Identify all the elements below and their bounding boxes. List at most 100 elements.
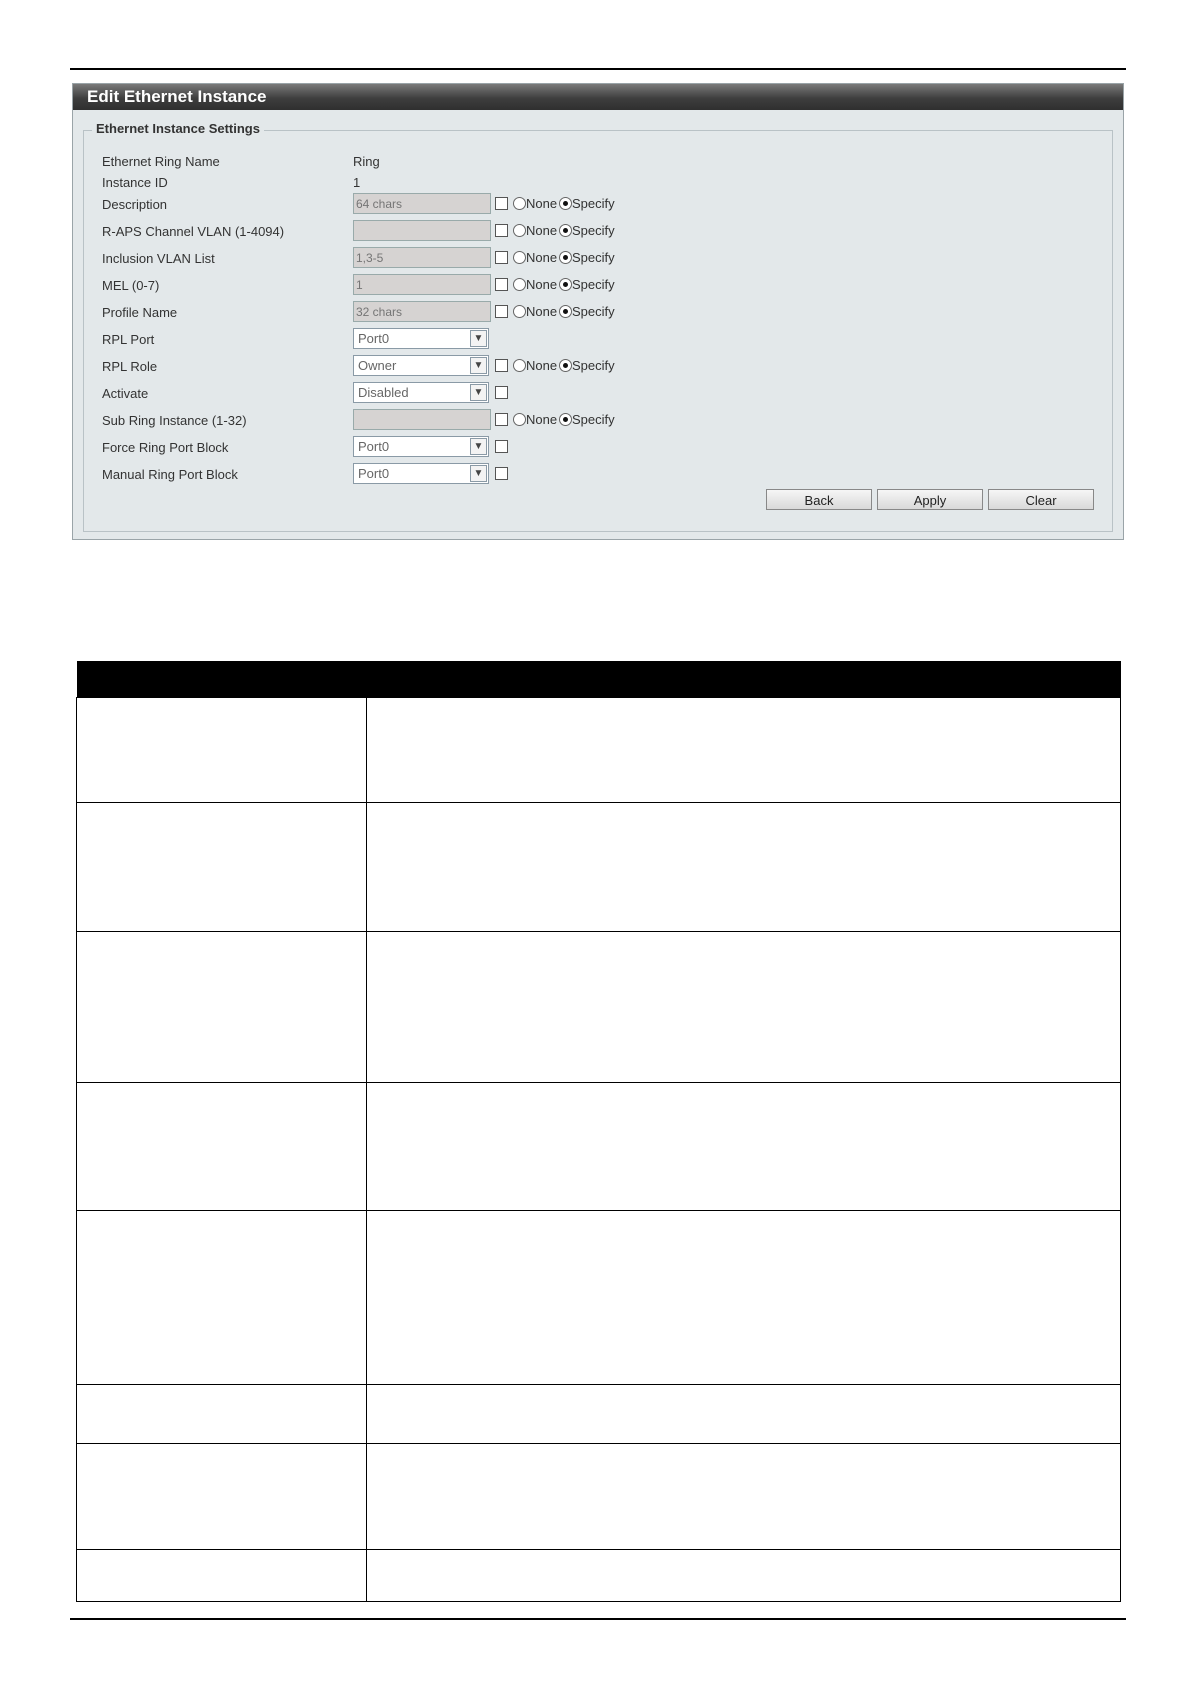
table-cell — [76, 931, 367, 1083]
table-cell — [366, 697, 1121, 803]
inclusion-vlan-none-radio[interactable] — [513, 251, 526, 264]
mel-row: MEL (0-7) None Specify — [84, 274, 1112, 298]
description-none-radio[interactable] — [513, 197, 526, 210]
profile-name-row: Profile Name None Specify — [84, 301, 1112, 325]
rpl-role-selected: Owner — [358, 358, 397, 373]
description-label: Description — [102, 197, 168, 212]
manual-block-selected: Port0 — [358, 466, 390, 481]
ethernet-instance-settings-fieldset: Ethernet Instance Settings Ethernet Ring… — [83, 121, 1113, 532]
specify-label: Specify — [572, 250, 615, 265]
table-cell — [76, 1443, 367, 1550]
activate-checkbox[interactable] — [495, 386, 508, 399]
profile-name-none-radio[interactable] — [513, 305, 526, 318]
activate-select[interactable]: Disabled ▼ — [353, 382, 489, 403]
table-header — [76, 661, 1121, 698]
raps-vlan-input[interactable] — [353, 220, 491, 241]
table-row — [76, 1210, 1121, 1385]
table-cell — [366, 931, 1121, 1083]
table-cell — [366, 1210, 1121, 1385]
specify-label: Specify — [572, 304, 615, 319]
description-checkbox[interactable] — [495, 197, 508, 210]
specify-label: Specify — [572, 277, 615, 292]
sub-ring-row: Sub Ring Instance (1-32) None Specify — [84, 409, 1112, 433]
inclusion-vlan-checkbox[interactable] — [495, 251, 508, 264]
rpl-role-specify-radio[interactable] — [559, 359, 572, 372]
table-header-cell — [366, 661, 1121, 698]
force-block-label: Force Ring Port Block — [102, 440, 229, 455]
rpl-role-none-radio[interactable] — [513, 359, 526, 372]
table-row — [76, 1443, 1121, 1550]
sub-ring-checkbox[interactable] — [495, 413, 508, 426]
ring-name-value: Ring — [353, 154, 380, 169]
sub-ring-specify-radio[interactable] — [559, 413, 572, 426]
specify-label: Specify — [572, 223, 615, 238]
sub-ring-none-radio[interactable] — [513, 413, 526, 426]
manual-block-select[interactable]: Port0 ▼ — [353, 463, 489, 484]
description-specify-radio[interactable] — [559, 197, 572, 210]
clear-button[interactable]: Clear — [988, 489, 1094, 510]
instance-id-value: 1 — [353, 175, 361, 190]
none-label: None — [526, 304, 558, 319]
table-cell — [76, 1210, 367, 1385]
none-label: None — [526, 412, 558, 427]
rpl-role-row: RPL Role Owner ▼ None Specify — [84, 355, 1112, 379]
table-row — [76, 802, 1121, 932]
table-row — [76, 1384, 1121, 1444]
force-block-row: Force Ring Port Block Port0 ▼ — [84, 436, 1112, 460]
chevron-down-icon[interactable]: ▼ — [470, 330, 487, 347]
mel-checkbox[interactable] — [495, 278, 508, 291]
activate-selected: Disabled — [358, 385, 409, 400]
back-button[interactable]: Back — [766, 489, 872, 510]
table-cell — [366, 1082, 1121, 1211]
specify-label: Specify — [572, 358, 615, 373]
inclusion-vlan-input[interactable] — [353, 247, 491, 268]
none-label: None — [526, 196, 558, 211]
rpl-role-select[interactable]: Owner ▼ — [353, 355, 489, 376]
none-label: None — [526, 277, 558, 292]
table-cell — [76, 1384, 367, 1444]
manual-block-checkbox[interactable] — [495, 467, 508, 480]
raps-vlan-checkbox[interactable] — [495, 224, 508, 237]
description-input[interactable] — [353, 193, 491, 214]
force-block-select[interactable]: Port0 ▼ — [353, 436, 489, 457]
apply-button[interactable]: Apply — [877, 489, 983, 510]
raps-vlan-row: R-APS Channel VLAN (1-4094) None Specify — [84, 220, 1112, 244]
specify-label: Specify — [572, 412, 615, 427]
none-label: None — [526, 250, 558, 265]
table-cell — [76, 697, 367, 803]
raps-vlan-none-radio[interactable] — [513, 224, 526, 237]
mel-input[interactable] — [353, 274, 491, 295]
manual-block-row: Manual Ring Port Block Port0 ▼ — [84, 463, 1112, 487]
mel-none-radio[interactable] — [513, 278, 526, 291]
rpl-port-label: RPL Port — [102, 332, 155, 347]
chevron-down-icon[interactable]: ▼ — [470, 384, 487, 401]
profile-name-specify-radio[interactable] — [559, 305, 572, 318]
rpl-port-select[interactable]: Port0 ▼ — [353, 328, 489, 349]
mel-specify-radio[interactable] — [559, 278, 572, 291]
table-cell — [76, 802, 367, 932]
activate-row: Activate Disabled ▼ — [84, 382, 1112, 406]
sub-ring-label: Sub Ring Instance (1-32) — [102, 413, 247, 428]
inclusion-vlan-specify-radio[interactable] — [559, 251, 572, 264]
inclusion-vlan-row: Inclusion VLAN List None Specify — [84, 247, 1112, 271]
chevron-down-icon[interactable]: ▼ — [470, 465, 487, 482]
rpl-port-selected: Port0 — [358, 331, 390, 346]
raps-vlan-specify-radio[interactable] — [559, 224, 572, 237]
chevron-down-icon[interactable]: ▼ — [470, 357, 487, 374]
profile-name-label: Profile Name — [102, 305, 178, 320]
top-rule — [70, 68, 1126, 70]
rpl-role-label: RPL Role — [102, 359, 158, 374]
sub-ring-input[interactable] — [353, 409, 491, 430]
description-row: Description None Specify — [84, 193, 1112, 217]
profile-name-input[interactable] — [353, 301, 491, 322]
none-label: None — [526, 223, 558, 238]
activate-label: Activate — [102, 386, 149, 401]
rpl-role-checkbox[interactable] — [495, 359, 508, 372]
button-row: Back Apply Clear — [84, 489, 1112, 513]
force-block-checkbox[interactable] — [495, 440, 508, 453]
table-cell — [366, 802, 1121, 932]
rpl-port-row: RPL Port Port0 ▼ — [84, 328, 1112, 352]
table-cell — [76, 1549, 367, 1602]
profile-name-checkbox[interactable] — [495, 305, 508, 318]
chevron-down-icon[interactable]: ▼ — [470, 438, 487, 455]
